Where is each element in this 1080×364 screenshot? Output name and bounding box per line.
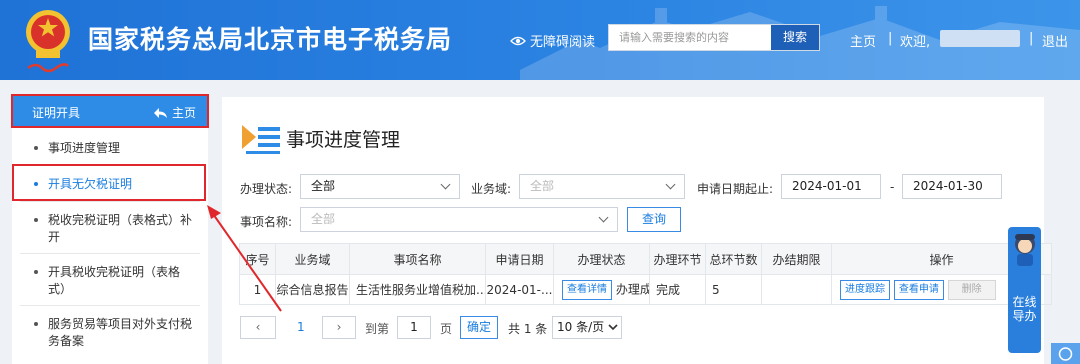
- accessibility-reading-link[interactable]: 无障碍阅读: [510, 31, 595, 50]
- sidebar-item-label: 开具税收完税证明（表格式）: [48, 265, 181, 296]
- next-page-button[interactable]: ›: [322, 316, 356, 339]
- confirm-page-button[interactable]: 确定: [460, 316, 498, 339]
- status-filter-label: 办理状态:: [240, 182, 293, 196]
- sidebar-item-tax-cert-issue[interactable]: 开具税收完税证明（表格式）: [12, 264, 208, 298]
- view-application-button[interactable]: 查看申请: [893, 279, 944, 300]
- highlight-box: [12, 164, 206, 201]
- cell-total-steps: 5: [705, 274, 762, 305]
- column-header: 办结期限: [761, 243, 832, 275]
- cell-domain: 综合信息报告: [275, 274, 350, 305]
- eye-icon: [510, 36, 526, 45]
- bullet-icon: [34, 146, 38, 150]
- column-header: 申请日期: [485, 243, 554, 275]
- sidebar-home-label: 主页: [171, 106, 196, 120]
- search-button[interactable]: 搜索: [771, 25, 819, 50]
- page-title-row: 事项进度管理: [242, 121, 400, 155]
- cell-deadline: [761, 274, 832, 305]
- logout-link[interactable]: 退出: [1042, 31, 1068, 50]
- sidebar-section-title: 证明开具: [32, 106, 81, 120]
- back-arrow-icon: [153, 107, 167, 118]
- chevron-down-icon: [665, 179, 676, 190]
- table-header-row: 序号 业务域 事项名称 申请日期 办理状态 办理环节 总环节数 办结期限 操作: [239, 243, 1052, 275]
- sidebar-item-label: 服务贸易等项目对外支付税务备案: [48, 317, 193, 348]
- online-guide-label: 在线导办: [1012, 295, 1037, 323]
- domain-select-placeholder: 全部: [530, 179, 555, 193]
- date-to-input[interactable]: 2024-01-30: [902, 174, 1002, 199]
- current-page[interactable]: 1: [297, 320, 305, 334]
- query-button[interactable]: 查询: [627, 207, 681, 232]
- total-count: 共 1 条: [508, 322, 548, 336]
- cell-date: 2024-01-...: [485, 274, 554, 305]
- nav-separator: |: [1029, 31, 1034, 46]
- main-panel: 事项进度管理 办理状态: 全部 业务域: 全部 申请日期起止: 2024-01-…: [222, 97, 1052, 364]
- prev-page-button[interactable]: ‹: [240, 316, 276, 339]
- sidebar-item-progress[interactable]: 事项进度管理: [12, 140, 208, 157]
- site-header: 国家税务总局北京市电子税务局 无障碍阅读 搜索 主页 | 欢迎, | 退出: [0, 0, 1080, 80]
- item-name-select[interactable]: 全部: [300, 207, 618, 232]
- assistant-avatar-icon: [1015, 234, 1035, 266]
- cell-item-name: 生活性服务业增值税加...: [349, 274, 486, 305]
- bullet-icon: [34, 270, 38, 274]
- chevron-down-icon: [608, 324, 618, 331]
- tax-emblem-logo: [26, 10, 70, 73]
- status-select[interactable]: 全部: [300, 174, 460, 199]
- page-unit: 页: [440, 322, 453, 336]
- sidebar-item-tax-cert-reissue[interactable]: 税收完税证明（表格式）补开: [12, 212, 208, 246]
- nav-separator: |: [888, 31, 893, 46]
- cell-step: 完成: [649, 274, 706, 305]
- date-to-value: 2024-01-30: [913, 179, 983, 193]
- date-from-input[interactable]: 2024-01-01: [781, 174, 881, 199]
- progress-table: 序号 业务域 事项名称 申请日期 办理状态 办理环节 总环节数 办结期限 操作 …: [239, 243, 1052, 305]
- status-text: 办理成功: [615, 282, 649, 296]
- progress-tracking-button[interactable]: 进度跟踪: [840, 279, 890, 300]
- column-header: 总环节数: [705, 243, 762, 275]
- domain-select[interactable]: 全部: [519, 174, 685, 199]
- column-header: 业务域: [275, 243, 350, 275]
- chevron-down-icon: [440, 179, 451, 190]
- sidebar-item-label: 税收完税证明（表格式）补开: [48, 213, 193, 244]
- table-row: 1 综合信息报告 生活性服务业增值税加... 2024-01-... 查看详情 …: [239, 274, 1052, 305]
- column-header: 办理环节: [649, 243, 706, 275]
- search-input[interactable]: [609, 25, 771, 50]
- chevron-down-icon: [598, 212, 609, 223]
- delete-button[interactable]: 删除: [947, 279, 996, 300]
- bullet-icon: [34, 218, 38, 222]
- home-link[interactable]: 主页: [850, 31, 876, 50]
- circle-icon: [1058, 347, 1073, 361]
- list-play-icon: [242, 125, 280, 154]
- goto-page-input[interactable]: 1: [397, 316, 431, 339]
- view-details-button[interactable]: 查看详情: [562, 279, 612, 300]
- cell-status: 查看详情 办理成功: [553, 274, 650, 305]
- divider: [20, 305, 200, 306]
- site-title: 国家税务总局北京市电子税务局: [88, 25, 453, 54]
- divider: [20, 201, 200, 202]
- sidebar-item-label: 事项进度管理: [48, 141, 121, 155]
- page-title: 事项进度管理: [286, 128, 401, 151]
- annotation-arrow: [207, 205, 282, 312]
- goto-label: 到第: [365, 322, 390, 336]
- date-separator: -: [890, 180, 895, 194]
- welcome-text: 欢迎,: [900, 35, 931, 50]
- date-range-label: 申请日期起止:: [697, 182, 774, 196]
- date-from-value: 2024-01-01: [792, 179, 862, 193]
- page-size-value: 10 条/页: [557, 320, 605, 334]
- divider: [20, 253, 200, 254]
- page-size-select[interactable]: 10 条/页: [552, 316, 622, 339]
- sidebar-header: 证明开具 主页: [11, 94, 209, 128]
- accessibility-label: 无障碍阅读: [530, 35, 596, 50]
- sidebar: 证明开具 主页 事项进度管理 开具无欠税证明 税收完税证明（表格式）补开 开具税…: [11, 94, 209, 364]
- back-to-top-button[interactable]: [1051, 343, 1080, 364]
- domain-filter-label: 业务域:: [471, 182, 512, 196]
- item-name-placeholder: 全部: [311, 212, 336, 226]
- column-header: 事项名称: [349, 243, 486, 275]
- header-search: 搜索: [608, 24, 820, 51]
- column-header: 办理状态: [553, 243, 650, 275]
- status-select-value: 全部: [311, 179, 336, 193]
- bullet-icon: [34, 322, 38, 326]
- redacted-username: [940, 30, 1020, 47]
- sidebar-home-link[interactable]: 主页: [153, 104, 196, 121]
- sidebar-item-foreign-payment[interactable]: 服务贸易等项目对外支付税务备案: [12, 316, 208, 350]
